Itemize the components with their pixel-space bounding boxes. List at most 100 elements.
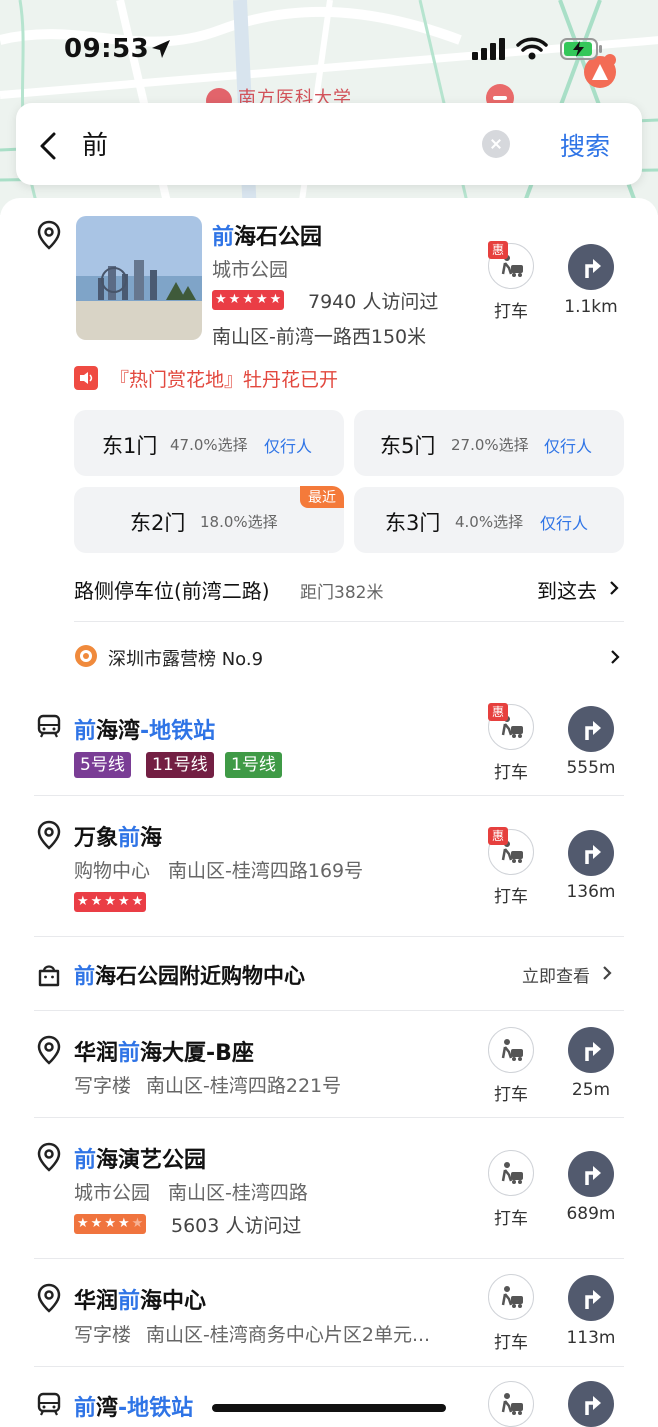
chevron-right-icon (603, 966, 612, 980)
rating-stars: ★ ★ ★ ★ ★ (74, 892, 147, 912)
clear-icon[interactable] (482, 130, 510, 158)
navigate-button[interactable] (568, 1275, 614, 1321)
result-title: 前海演艺公园 (74, 1148, 207, 1173)
metro-icon (37, 714, 61, 738)
taxi-label[interactable]: 打车 (471, 1204, 551, 1229)
taxi-label[interactable]: 打车 (471, 1328, 551, 1353)
taxi-icon (501, 1393, 523, 1415)
taxi-icon (501, 1286, 523, 1308)
divider (34, 1366, 624, 1367)
result-address: 南山区-桂湾四路169号 (168, 860, 364, 882)
taxi-label[interactable]: 打车 (471, 882, 551, 907)
poi-address: 南山区-前湾一路西150米 (212, 326, 427, 348)
location-arrow-icon (152, 40, 170, 58)
status-time: 09:53 (64, 34, 150, 64)
divider (34, 1010, 624, 1011)
turn-right-icon (585, 259, 601, 278)
discount-badge: 惠 (488, 827, 508, 845)
gate-option[interactable]: 东3门 4.0%选择 仅行人 (354, 487, 624, 553)
turn-right-icon (585, 1290, 601, 1309)
metro-line-tag: 11号线 (146, 752, 214, 778)
ranking-text: 深圳市露营榜 No.9 (108, 649, 264, 670)
ranking-medal-icon (75, 645, 97, 667)
cellular-signal-icon (472, 38, 505, 60)
view-now-link[interactable]: 立即查看 (522, 962, 590, 987)
distance-label[interactable]: 1.1km (551, 297, 631, 317)
gate-option[interactable]: 东2门 18.0%选择 最近 (74, 486, 344, 553)
pin-icon (37, 1142, 61, 1172)
parking-distance: 距门382米 (300, 583, 384, 603)
result-address: 南山区-桂湾四路 (168, 1182, 308, 1204)
wifi-icon (516, 37, 548, 60)
parking-name: 路侧停车位(前湾二路) (74, 579, 270, 603)
result-title: 万象前海 (74, 826, 163, 851)
result-address: 南山区-桂湾商务中心片区2单元... (146, 1324, 431, 1346)
go-here-button[interactable]: 到这去 (537, 575, 597, 604)
back-chevron-icon[interactable] (38, 131, 58, 161)
turn-right-icon (585, 1042, 601, 1061)
taxi-button[interactable] (488, 1274, 534, 1320)
navigate-button[interactable] (568, 706, 614, 752)
turn-right-icon (585, 1166, 601, 1185)
result-title: 前湾-地铁站 (74, 1396, 194, 1421)
pin-icon (37, 1283, 61, 1313)
home-indicator[interactable] (212, 1404, 446, 1412)
gate-option[interactable]: 东1门 47.0%选择 仅行人 (74, 410, 344, 476)
result-category: 购物中心 (74, 860, 151, 882)
status-bar: 09:53 (0, 0, 658, 100)
divider (34, 1258, 624, 1259)
distance-label[interactable]: 136m (551, 882, 631, 902)
promo-text[interactable]: 『热门赏花地』牡丹花已开 (110, 365, 338, 392)
poi-title[interactable]: 前海石公园 (212, 219, 322, 251)
metro-icon (37, 1392, 61, 1416)
result-category: 写字楼 (74, 1075, 132, 1097)
taxi-button[interactable] (488, 1150, 534, 1196)
search-button[interactable]: 搜索 (560, 127, 610, 163)
taxi-label[interactable]: 打车 (471, 1080, 551, 1105)
divider (74, 621, 624, 622)
search-input[interactable]: 前 (82, 125, 108, 162)
distance-label[interactable]: 555m (551, 758, 631, 778)
visitor-count: 5603 人访问过 (171, 1215, 302, 1237)
pin-icon (37, 220, 61, 250)
taxi-button[interactable] (488, 1027, 534, 1073)
pin-icon (37, 820, 61, 850)
gate-option[interactable]: 东5门 27.0%选择 仅行人 (354, 410, 624, 476)
navigate-button[interactable] (568, 244, 614, 290)
discount-badge: 惠 (488, 703, 508, 721)
rating-stars: ★ ★ ★ ★ ★ (212, 290, 285, 310)
metro-line-tag: 1号线 (225, 752, 282, 778)
navigate-button[interactable] (568, 1027, 614, 1073)
speaker-icon (74, 366, 98, 390)
navigate-button[interactable] (568, 1381, 614, 1427)
taxi-label[interactable]: 打车 (471, 758, 551, 783)
divider (34, 795, 624, 796)
navigate-button[interactable] (568, 830, 614, 876)
rating-stars: ★ ★ ★ ★ ★ (74, 1214, 147, 1234)
taxi-label[interactable]: 打车 (471, 297, 551, 322)
turn-right-icon (585, 1396, 601, 1415)
search-bar: 前 搜索 (16, 103, 642, 185)
metro-line-tag: 5号线 (74, 752, 131, 778)
result-title: 华润前海中心 (74, 1289, 207, 1314)
result-title: 华润前海大厦-B座 (74, 1041, 254, 1066)
poi-category: 城市公园 (212, 259, 289, 281)
distance-label[interactable]: 113m (551, 1328, 631, 1348)
nearest-badge: 最近 (300, 486, 344, 508)
chevron-right-icon (611, 650, 620, 664)
taxi-button[interactable] (488, 1381, 534, 1427)
result-category: 写字楼 (74, 1324, 132, 1346)
result-address: 南山区-桂湾四路221号 (146, 1075, 342, 1097)
distance-label[interactable]: 25m (551, 1080, 631, 1100)
taxi-icon (501, 1039, 523, 1061)
battery-charging-icon (560, 38, 602, 60)
distance-label[interactable]: 689m (551, 1204, 631, 1224)
turn-right-icon (585, 721, 601, 740)
poi-photo[interactable] (76, 216, 202, 340)
shopping-bag-icon (38, 965, 60, 987)
navigate-button[interactable] (568, 1151, 614, 1197)
result-category: 城市公园 (74, 1182, 151, 1204)
result-title: 前海石公园附近购物中心 (74, 964, 305, 988)
taxi-icon (501, 1162, 523, 1184)
visitor-count: 7940 人访问过 (308, 291, 439, 313)
